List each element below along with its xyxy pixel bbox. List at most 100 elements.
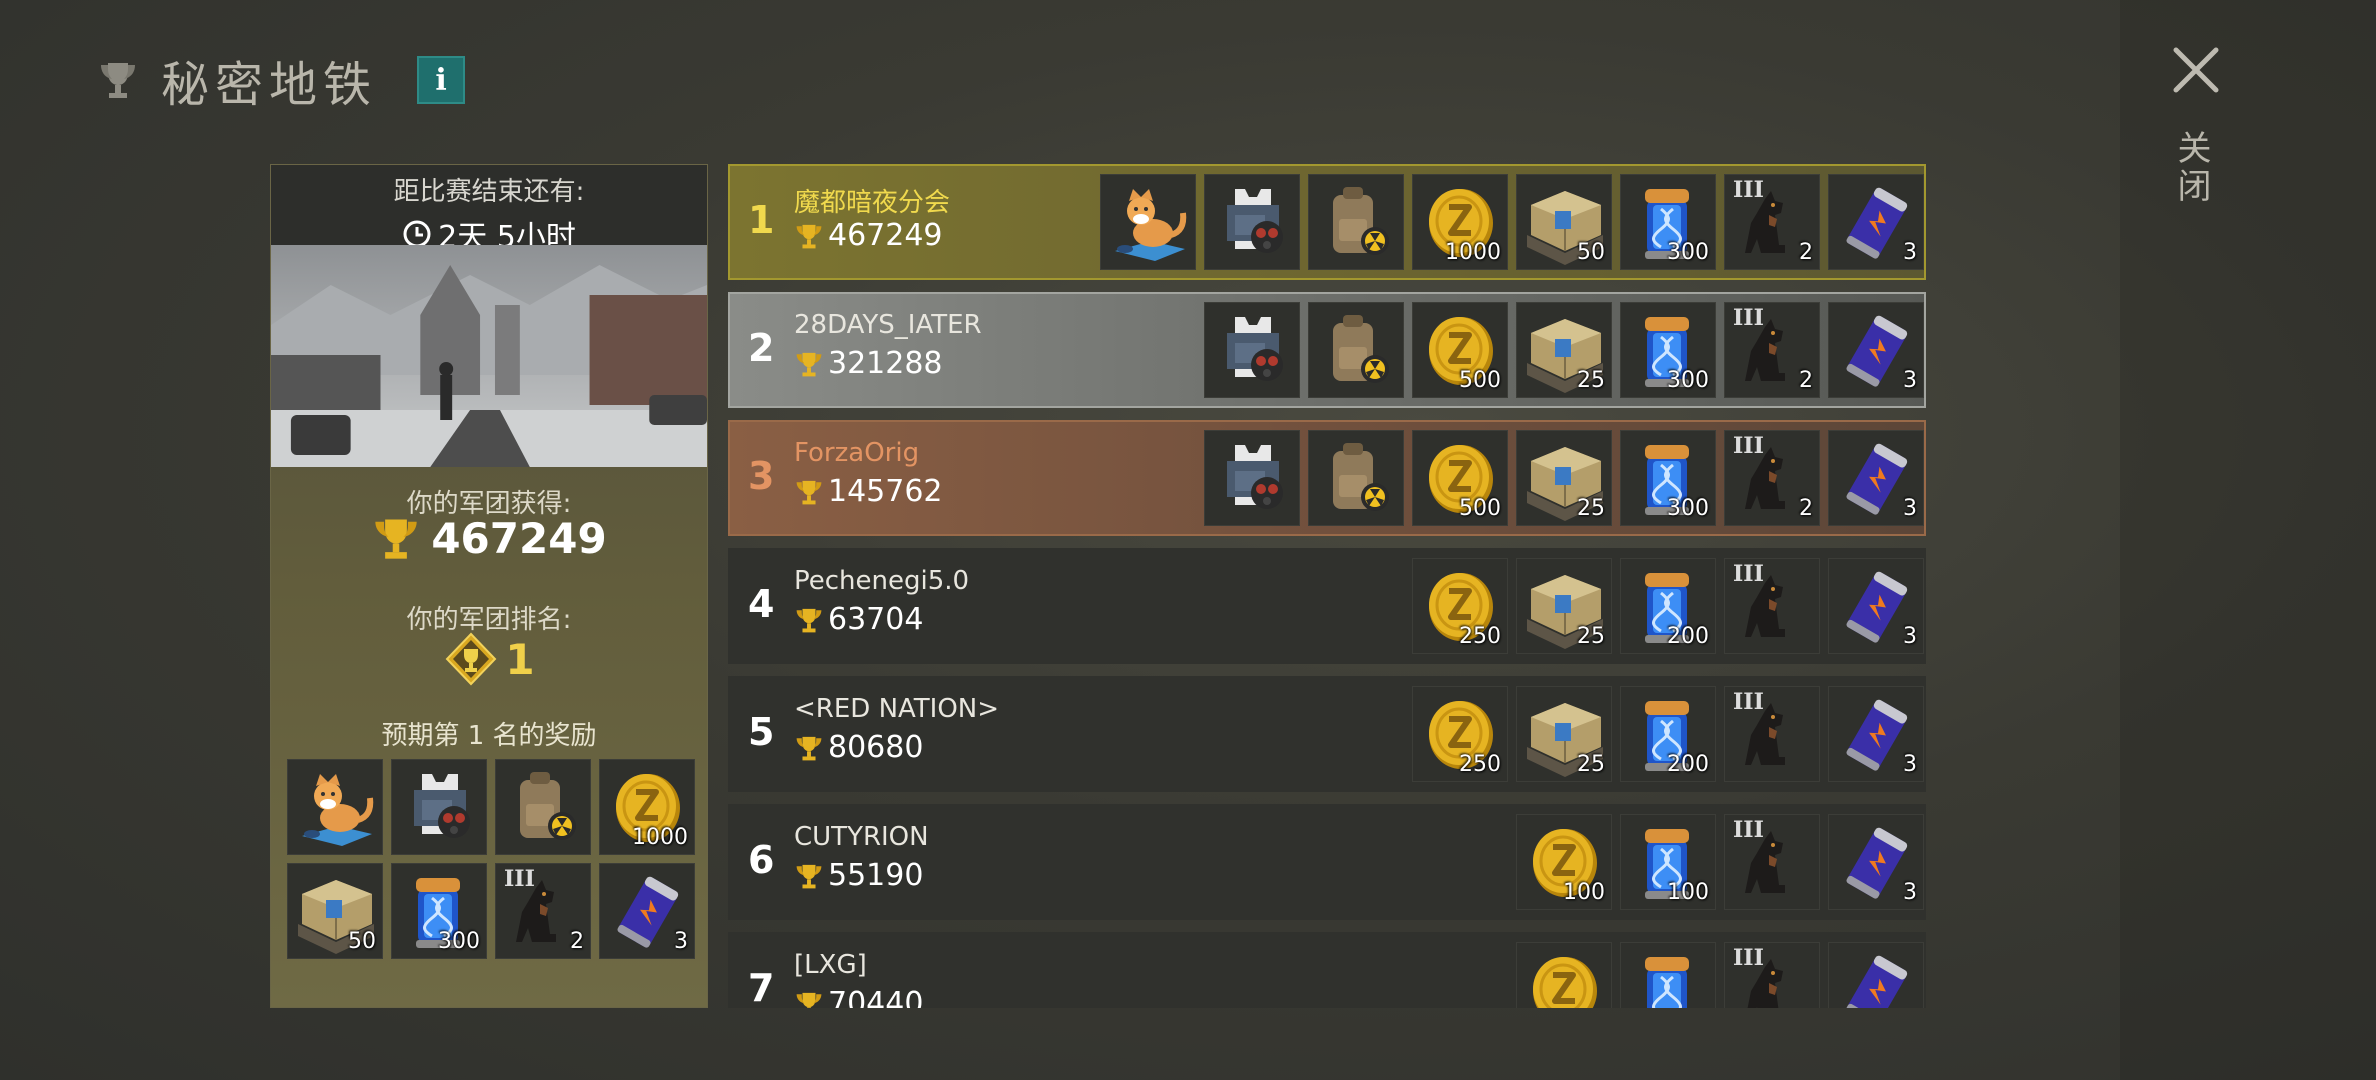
row-rank: 5 xyxy=(748,710,775,754)
reward-item[interactable] xyxy=(1204,430,1300,526)
reward-item[interactable]: 100 xyxy=(1516,814,1612,910)
row-rewards: 250 25 200 III 3 xyxy=(1412,686,1924,782)
trophy-icon xyxy=(796,864,822,888)
item-count: 3 xyxy=(1903,880,1917,905)
item-count: 2 xyxy=(570,929,584,954)
reward-item[interactable] xyxy=(287,759,383,855)
reward-item[interactable]: 100 xyxy=(1620,814,1716,910)
reward-item[interactable] xyxy=(1204,302,1300,398)
score-value: 80680 xyxy=(828,730,924,765)
reward-item[interactable]: 200 xyxy=(1620,558,1716,654)
leaderboard-row[interactable]: 2 28DAYS_IATER 321288 500 25 300 III 2 3 xyxy=(728,292,1926,408)
leaderboard-row[interactable]: 3 ForzaOrig 145762 500 25 300 III 2 3 xyxy=(728,420,1926,536)
reward-item[interactable] xyxy=(1100,174,1196,270)
event-banner-image xyxy=(271,245,707,467)
reward-item[interactable]: 25 xyxy=(1516,430,1612,526)
event-summary-panel: 距比赛结束还有: 2天 5小时 你的军团获得: 467249 你的军团排名: 1… xyxy=(270,164,708,1008)
reward-item[interactable] xyxy=(1308,302,1404,398)
reward-item[interactable]: 3 xyxy=(1828,686,1924,782)
legion-name: [LXG] xyxy=(794,950,867,980)
reward-item[interactable]: 300 xyxy=(1620,430,1716,526)
leaderboard[interactable]: 1 魔都暗夜分会 467249 1000 50 300 III 2 3 2 28DAYS_IATER… xyxy=(728,164,1926,1008)
row-rank: 2 xyxy=(748,326,775,370)
reward-item[interactable]: 250 xyxy=(1412,686,1508,782)
reward-item[interactable]: 3 xyxy=(1828,558,1924,654)
tier-label: III xyxy=(1733,561,1764,587)
trophy-icon xyxy=(796,352,822,376)
reward-item[interactable] xyxy=(1308,174,1404,270)
item-count: 25 xyxy=(1577,496,1605,521)
leaderboard-row[interactable]: 5 <RED NATION> 80680 250 25 200 III 3 xyxy=(728,676,1926,792)
reward-item[interactable]: 25 xyxy=(1516,558,1612,654)
legion-score: 63704 xyxy=(794,602,923,637)
row-rank: 3 xyxy=(748,454,775,498)
backpack-icon xyxy=(1333,315,1389,383)
reward-item[interactable] xyxy=(1204,174,1300,270)
reward-item[interactable]: III 2 xyxy=(1724,430,1820,526)
reward-item[interactable]: III 2 xyxy=(1724,174,1820,270)
reward-item[interactable]: III 2 xyxy=(1724,302,1820,398)
reward-item[interactable]: 300 xyxy=(1620,174,1716,270)
reward-item[interactable]: 3 xyxy=(1828,174,1924,270)
reward-item[interactable]: III xyxy=(1724,814,1820,910)
reward-item[interactable] xyxy=(1308,430,1404,526)
reward-label: 预期第 1 名的奖励 xyxy=(381,721,597,751)
info-button[interactable]: i xyxy=(417,56,466,104)
reward-item[interactable] xyxy=(391,759,487,855)
tier-label: III xyxy=(1733,305,1764,331)
reward-item[interactable] xyxy=(1516,942,1612,1008)
item-count: 3 xyxy=(674,929,688,954)
reward-item[interactable]: 1000 xyxy=(599,759,695,855)
expected-rewards-grid: 1000 50 300 III 2 3 xyxy=(287,759,695,959)
item-count: 200 xyxy=(1667,752,1709,777)
reward-item[interactable] xyxy=(1828,942,1924,1008)
leaderboard-row[interactable]: 6 CUTYRION 55190 100 100 III 3 xyxy=(728,804,1926,920)
leaderboard-row[interactable]: 4 Pechenegi5.0 63704 250 25 200 III 3 xyxy=(728,548,1926,664)
reward-item[interactable]: III xyxy=(1724,686,1820,782)
reward-item[interactable]: 50 xyxy=(1516,174,1612,270)
trophy-icon xyxy=(796,480,822,504)
reward-item[interactable]: 500 xyxy=(1412,302,1508,398)
score-value: 467249 xyxy=(828,218,943,253)
trophy-icon xyxy=(101,63,135,98)
reward-item[interactable] xyxy=(1620,942,1716,1008)
reward-item[interactable]: III xyxy=(1724,942,1820,1008)
reward-item[interactable]: 200 xyxy=(1620,686,1716,782)
reward-item[interactable]: 1000 xyxy=(1412,174,1508,270)
page-title: 秘密地铁 xyxy=(161,57,378,113)
reward-item[interactable]: III 2 xyxy=(495,863,591,959)
reward-item[interactable]: III xyxy=(1724,558,1820,654)
row-rewards: 1000 50 300 III 2 3 xyxy=(1100,174,1924,270)
reward-item[interactable]: 300 xyxy=(391,863,487,959)
legion-score: 467249 xyxy=(794,218,943,253)
reward-item[interactable]: 300 xyxy=(1620,302,1716,398)
row-rank: 6 xyxy=(748,838,775,882)
reward-item[interactable]: 3 xyxy=(1828,302,1924,398)
row-rewards: 500 25 300 III 2 3 xyxy=(1204,430,1924,526)
legion-name: ForzaOrig xyxy=(794,438,920,468)
item-count: 25 xyxy=(1577,752,1605,777)
leaderboard-row[interactable]: 7 [LXG] 70440 III xyxy=(728,932,1926,1008)
legion-name: Pechenegi5.0 xyxy=(794,566,970,596)
reward-item[interactable]: 500 xyxy=(1412,430,1508,526)
item-count: 3 xyxy=(1903,240,1917,265)
legion-score: 80680 xyxy=(794,730,923,765)
reward-item[interactable]: 25 xyxy=(1516,302,1612,398)
legion-name: <RED NATION> xyxy=(794,694,1000,724)
earned-value-row: 467249 xyxy=(271,513,707,563)
close-icon[interactable] xyxy=(2168,42,2224,98)
item-count: 2 xyxy=(1799,368,1813,393)
rank-value: 1 xyxy=(505,634,535,684)
reward-item[interactable]: 3 xyxy=(599,863,695,959)
item-count: 50 xyxy=(1577,240,1605,265)
reward-item[interactable]: 250 xyxy=(1412,558,1508,654)
leaderboard-row[interactable]: 1 魔都暗夜分会 467249 1000 50 300 III 2 3 xyxy=(728,164,1926,280)
event-header: 秘密地铁 i xyxy=(95,50,466,113)
close-label[interactable]: 关闭 xyxy=(2171,130,2216,206)
reward-item[interactable]: 50 xyxy=(287,863,383,959)
reward-item[interactable]: 3 xyxy=(1828,814,1924,910)
reward-item[interactable] xyxy=(495,759,591,855)
armor-gasmask-icon xyxy=(1227,317,1283,381)
reward-item[interactable]: 3 xyxy=(1828,430,1924,526)
reward-item[interactable]: 25 xyxy=(1516,686,1612,782)
